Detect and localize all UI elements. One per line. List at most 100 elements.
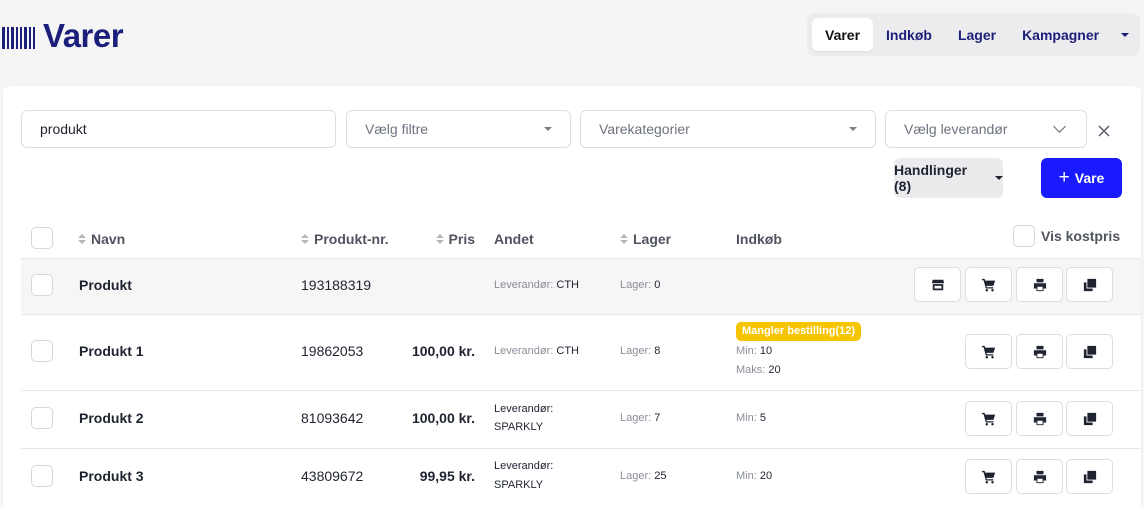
- tab-lager[interactable]: Lager: [945, 18, 1009, 51]
- supplier-select[interactable]: Vælg leverandør: [885, 110, 1087, 148]
- row-checkbox[interactable]: [31, 407, 53, 429]
- sort-icon: [78, 234, 86, 244]
- column-header-purchase-label: Indkøb: [736, 231, 782, 247]
- copy-icon: [1083, 345, 1096, 358]
- max-key: Maks:: [736, 364, 766, 376]
- print-button[interactable]: [1016, 334, 1063, 369]
- sort-icon: [620, 234, 628, 244]
- product-name[interactable]: Produkt 3: [79, 468, 144, 484]
- column-header-name-label: Navn: [91, 231, 126, 247]
- stock-value: 8: [654, 345, 661, 357]
- stock-key: Lager:: [620, 470, 652, 482]
- purchase-button[interactable]: [965, 334, 1012, 369]
- add-product-label: Vare: [1074, 170, 1105, 186]
- product-price: 100,00 kr.: [411, 343, 475, 359]
- chevron-down-icon: [1053, 120, 1066, 133]
- supplier-info: Leverandør: CTH: [494, 276, 579, 294]
- product-price: 100,00 kr.: [411, 410, 475, 426]
- show-cost-label: Vis kostpris: [1041, 228, 1121, 244]
- stock-key: Lager:: [620, 345, 652, 357]
- column-header-stock-label: Lager: [633, 231, 672, 247]
- column-header-other: Andet: [494, 230, 534, 248]
- row-checkbox[interactable]: [31, 274, 53, 296]
- add-product-button[interactable]: + Vare: [1041, 158, 1122, 198]
- category-select[interactable]: Varekategorier: [580, 110, 876, 148]
- purchase-button[interactable]: [965, 267, 1012, 302]
- page-title: Varer: [43, 17, 124, 54]
- product-price: 99,95 kr.: [419, 468, 475, 484]
- stock-info: Lager: 7: [620, 409, 660, 427]
- search-field[interactable]: [21, 110, 336, 148]
- supplier-key: Leverandør:: [494, 279, 554, 291]
- column-header-purchase: Indkøb: [736, 230, 782, 248]
- plus-icon: +: [1058, 166, 1070, 188]
- copy-button[interactable]: [1066, 401, 1113, 436]
- tab-indkob[interactable]: Indkøb: [873, 18, 945, 51]
- tab-varer[interactable]: Varer: [812, 18, 874, 51]
- missing-order-badge: Mangler bestilling(12): [736, 322, 862, 341]
- min-info: Min: 5: [736, 409, 766, 427]
- print-button[interactable]: [1016, 459, 1063, 494]
- copy-icon: [1083, 412, 1096, 425]
- product-number: 19862053: [301, 343, 364, 359]
- nav-more-dropdown[interactable]: [1115, 18, 1135, 51]
- clear-filters-button[interactable]: [1093, 120, 1115, 142]
- stock-key: Lager:: [620, 279, 652, 291]
- product-number: 81093642: [301, 410, 364, 426]
- copy-icon: [1083, 278, 1096, 291]
- filter-select-label: Vælg filtre: [365, 121, 429, 137]
- sort-icon: [301, 234, 309, 244]
- supplier-key: Leverandør:: [494, 460, 554, 472]
- purchase-button[interactable]: [965, 459, 1012, 494]
- product-name[interactable]: Produkt 1: [79, 343, 144, 359]
- category-select-label: Varekategorier: [599, 121, 690, 137]
- purchase-button[interactable]: [965, 401, 1012, 436]
- cart-icon: [981, 345, 995, 358]
- cart-icon: [981, 278, 995, 291]
- copy-button[interactable]: [1066, 459, 1113, 494]
- print-button[interactable]: [1016, 267, 1063, 302]
- supplier-key: Leverandør:: [494, 403, 554, 415]
- supplier-value: SPARKLY: [494, 421, 544, 433]
- store-icon: [931, 279, 944, 290]
- column-header-other-label: Andet: [494, 231, 534, 247]
- stock-info: Lager: 8: [620, 342, 660, 360]
- supplier-select-label: Vælg leverandør: [904, 121, 1008, 137]
- supplier-value: SPARKLY: [494, 479, 544, 491]
- min-info: Min: 20: [736, 467, 772, 485]
- cart-icon: [981, 412, 995, 425]
- cart-icon: [981, 470, 995, 483]
- filter-select[interactable]: Vælg filtre: [346, 110, 571, 148]
- product-name[interactable]: Produkt 2: [79, 410, 144, 426]
- supplier-key: Leverandør:: [494, 345, 554, 357]
- stock-value: 25: [654, 470, 667, 482]
- supplier-info: Leverandør: CTH: [494, 342, 579, 360]
- column-header-price[interactable]: Pris: [395, 230, 475, 248]
- store-button[interactable]: [914, 267, 961, 302]
- product-name[interactable]: Produkt: [79, 277, 132, 293]
- stock-value: 0: [654, 279, 661, 291]
- copy-button[interactable]: [1066, 334, 1113, 369]
- tab-kampagner[interactable]: Kampagner: [1009, 18, 1112, 51]
- min-value: 20: [759, 470, 773, 482]
- caret-down-icon: [849, 127, 857, 131]
- stock-value: 7: [654, 412, 661, 424]
- column-header-stock[interactable]: Lager: [620, 230, 671, 248]
- min-key: Min:: [736, 470, 757, 482]
- row-checkbox[interactable]: [31, 340, 53, 362]
- show-cost-checkbox[interactable]: [1013, 225, 1035, 247]
- copy-button[interactable]: [1066, 267, 1113, 302]
- supplier-value: CTH: [556, 345, 579, 357]
- min-info: Min: 10: [736, 342, 772, 360]
- column-header-product-no-label: Produkt-nr.: [314, 231, 389, 247]
- column-header-name[interactable]: Navn: [78, 230, 125, 248]
- column-header-product-no[interactable]: Produkt-nr.: [301, 230, 389, 248]
- actions-dropdown-button[interactable]: Handlinger (8): [894, 158, 1003, 198]
- stock-info: Lager: 0: [620, 276, 660, 294]
- select-all-checkbox[interactable]: [31, 227, 53, 249]
- caret-down-icon: [1121, 32, 1130, 37]
- row-checkbox[interactable]: [31, 465, 53, 487]
- print-button[interactable]: [1016, 401, 1063, 436]
- max-info: Maks: 20: [736, 361, 781, 379]
- search-input[interactable]: [40, 121, 317, 137]
